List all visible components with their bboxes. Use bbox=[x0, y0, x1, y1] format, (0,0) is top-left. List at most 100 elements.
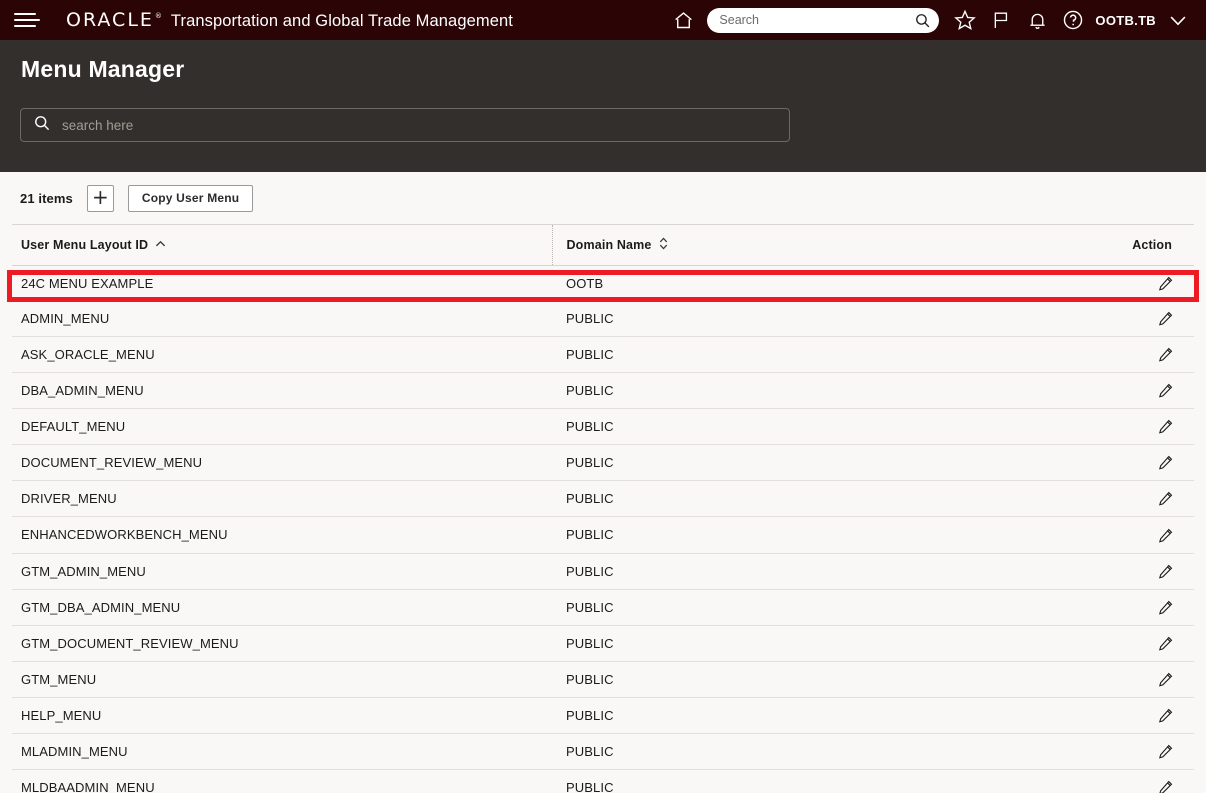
brand: ORACLE Transportation and Global Trade M… bbox=[66, 9, 513, 31]
table-row[interactable]: DEFAULT_MENU PUBLIC bbox=[12, 408, 1194, 446]
menu-table: User Menu Layout ID Domain Name Action 2… bbox=[12, 224, 1194, 793]
pencil-edit-icon[interactable] bbox=[1157, 671, 1174, 688]
cell-action bbox=[1062, 336, 1194, 374]
cell-user-menu-layout-id[interactable]: GTM_DBA_ADMIN_MENU bbox=[12, 589, 552, 626]
search-icon bbox=[33, 114, 51, 137]
cell-user-menu-layout-id[interactable]: DBA_ADMIN_MENU bbox=[12, 372, 552, 410]
home-icon[interactable] bbox=[668, 5, 698, 35]
cell-action bbox=[1062, 408, 1194, 446]
user-account-label[interactable]: OOTB.TB bbox=[1095, 13, 1156, 28]
pencil-edit-icon[interactable] bbox=[1157, 635, 1174, 652]
cell-action bbox=[1062, 589, 1194, 626]
cell-domain-name: PUBLIC bbox=[552, 336, 1062, 374]
pencil-edit-icon[interactable] bbox=[1157, 743, 1174, 760]
cell-action bbox=[1062, 733, 1194, 770]
pencil-edit-icon[interactable] bbox=[1157, 454, 1174, 471]
table-row[interactable]: MLDBAADMIN_MENU PUBLIC bbox=[12, 769, 1194, 793]
table-row[interactable]: DBA_ADMIN_MENU PUBLIC bbox=[12, 372, 1194, 410]
cell-action bbox=[1062, 553, 1194, 590]
table-row[interactable]: GTM_ADMIN_MENU PUBLIC bbox=[12, 553, 1194, 590]
hamburger-menu-icon[interactable] bbox=[14, 10, 40, 30]
menu-search-input[interactable] bbox=[62, 117, 777, 133]
column-header-user-menu-layout-id[interactable]: User Menu Layout ID bbox=[12, 224, 553, 266]
cell-action bbox=[1062, 769, 1194, 793]
cell-user-menu-layout-id[interactable]: DRIVER_MENU bbox=[12, 480, 552, 518]
add-button[interactable]: + bbox=[86, 184, 114, 212]
table-row[interactable]: GTM_DBA_ADMIN_MENU PUBLIC bbox=[12, 589, 1194, 626]
cell-user-menu-layout-id[interactable]: HELP_MENU bbox=[12, 697, 552, 734]
pencil-edit-icon[interactable] bbox=[1157, 490, 1174, 507]
cell-user-menu-layout-id[interactable]: GTM_ADMIN_MENU bbox=[12, 553, 552, 590]
table-row[interactable]: DRIVER_MENU PUBLIC bbox=[12, 480, 1194, 518]
table-body: 24C MENU EXAMPLE OOTB ADMIN_MENU PUBLIC ASK_… bbox=[12, 265, 1194, 793]
cell-user-menu-layout-id[interactable]: ASK_ORACLE_MENU bbox=[12, 336, 552, 374]
pencil-edit-icon[interactable] bbox=[1157, 599, 1174, 616]
cell-domain-name: PUBLIC bbox=[552, 301, 1062, 338]
table-row[interactable]: ASK_ORACLE_MENU PUBLIC bbox=[12, 336, 1194, 374]
star-icon[interactable] bbox=[950, 5, 980, 35]
table-row[interactable]: DOCUMENT_REVIEW_MENU PUBLIC bbox=[12, 444, 1194, 482]
pencil-edit-icon[interactable] bbox=[1157, 346, 1174, 363]
cell-action bbox=[1062, 480, 1194, 518]
cell-domain-name: PUBLIC bbox=[552, 553, 1062, 590]
pencil-edit-icon[interactable] bbox=[1157, 527, 1174, 544]
table-row[interactable]: 24C MENU EXAMPLE OOTB bbox=[12, 265, 1194, 302]
cell-action bbox=[1062, 625, 1194, 662]
help-circle-icon[interactable] bbox=[1058, 5, 1088, 35]
column-header-domain-name[interactable]: Domain Name bbox=[552, 224, 1062, 266]
pencil-edit-icon[interactable] bbox=[1157, 563, 1174, 580]
menu-search-box[interactable] bbox=[20, 108, 790, 142]
table-row[interactable]: ENHANCEDWORKBENCH_MENU PUBLIC bbox=[12, 516, 1194, 554]
chevron-down-icon[interactable] bbox=[1163, 5, 1193, 35]
cell-user-menu-layout-id[interactable]: DEFAULT_MENU bbox=[12, 408, 552, 446]
column-header-label: User Menu Layout ID bbox=[21, 238, 149, 252]
table-row[interactable]: GTM_MENU PUBLIC bbox=[12, 661, 1194, 698]
cell-user-menu-layout-id[interactable]: MLADMIN_MENU bbox=[12, 733, 552, 770]
cell-user-menu-layout-id[interactable]: ENHANCEDWORKBENCH_MENU bbox=[12, 516, 552, 554]
top-navigation-actions: OOTB.TB bbox=[665, 0, 1196, 40]
cell-domain-name: PUBLIC bbox=[552, 516, 1062, 554]
cell-domain-name: PUBLIC bbox=[552, 661, 1062, 698]
cell-action bbox=[1062, 697, 1194, 734]
cell-domain-name: PUBLIC bbox=[552, 480, 1062, 518]
pencil-edit-icon[interactable] bbox=[1157, 310, 1174, 327]
application-title: Transportation and Global Trade Manageme… bbox=[170, 12, 513, 30]
table-row[interactable]: ADMIN_MENU PUBLIC bbox=[12, 301, 1194, 338]
flag-icon[interactable] bbox=[986, 5, 1016, 35]
page-root: ORACLE Transportation and Global Trade M… bbox=[0, 0, 1206, 793]
search-icon[interactable] bbox=[914, 12, 931, 29]
table-row[interactable]: GTM_DOCUMENT_REVIEW_MENU PUBLIC bbox=[12, 625, 1194, 662]
sort-ascending-icon[interactable] bbox=[155, 240, 166, 251]
cell-user-menu-layout-id[interactable]: ADMIN_MENU bbox=[12, 301, 552, 338]
table-header: User Menu Layout ID Domain Name Action bbox=[12, 224, 1194, 266]
cell-action bbox=[1062, 265, 1194, 302]
table-row[interactable]: HELP_MENU PUBLIC bbox=[12, 697, 1194, 734]
sort-toggle-icon[interactable] bbox=[659, 237, 668, 253]
copy-user-menu-button[interactable]: Copy User Menu bbox=[127, 184, 254, 212]
cell-action bbox=[1062, 661, 1194, 698]
global-search-box[interactable] bbox=[707, 7, 940, 33]
pencil-edit-icon[interactable] bbox=[1157, 418, 1174, 435]
cell-user-menu-layout-id[interactable]: GTM_DOCUMENT_REVIEW_MENU bbox=[12, 625, 552, 662]
cell-user-menu-layout-id[interactable]: GTM_MENU bbox=[12, 661, 552, 698]
pencil-edit-icon[interactable] bbox=[1157, 275, 1174, 292]
cell-domain-name: PUBLIC bbox=[552, 625, 1062, 662]
cell-domain-name: PUBLIC bbox=[552, 697, 1062, 734]
table-row[interactable]: MLADMIN_MENU PUBLIC bbox=[12, 733, 1194, 770]
cell-user-menu-layout-id[interactable]: DOCUMENT_REVIEW_MENU bbox=[12, 444, 552, 482]
cell-action bbox=[1062, 516, 1194, 554]
cell-user-menu-layout-id[interactable]: MLDBAADMIN_MENU bbox=[12, 769, 552, 793]
pencil-edit-icon[interactable] bbox=[1157, 707, 1174, 724]
pencil-edit-icon[interactable] bbox=[1157, 779, 1174, 793]
cell-user-menu-layout-id[interactable]: 24C MENU EXAMPLE bbox=[12, 265, 552, 302]
table-toolbar: 21 items + Copy User Menu bbox=[0, 172, 1206, 224]
bell-icon[interactable] bbox=[1022, 5, 1052, 35]
cell-domain-name: PUBLIC bbox=[552, 408, 1062, 446]
cell-action bbox=[1062, 372, 1194, 410]
cell-domain-name: PUBLIC bbox=[552, 769, 1062, 793]
global-search-input[interactable] bbox=[719, 13, 915, 27]
cell-domain-name: PUBLIC bbox=[552, 733, 1062, 770]
column-header-label: Domain Name bbox=[566, 238, 652, 252]
items-count-label: 21 items bbox=[20, 190, 73, 206]
pencil-edit-icon[interactable] bbox=[1157, 382, 1174, 399]
